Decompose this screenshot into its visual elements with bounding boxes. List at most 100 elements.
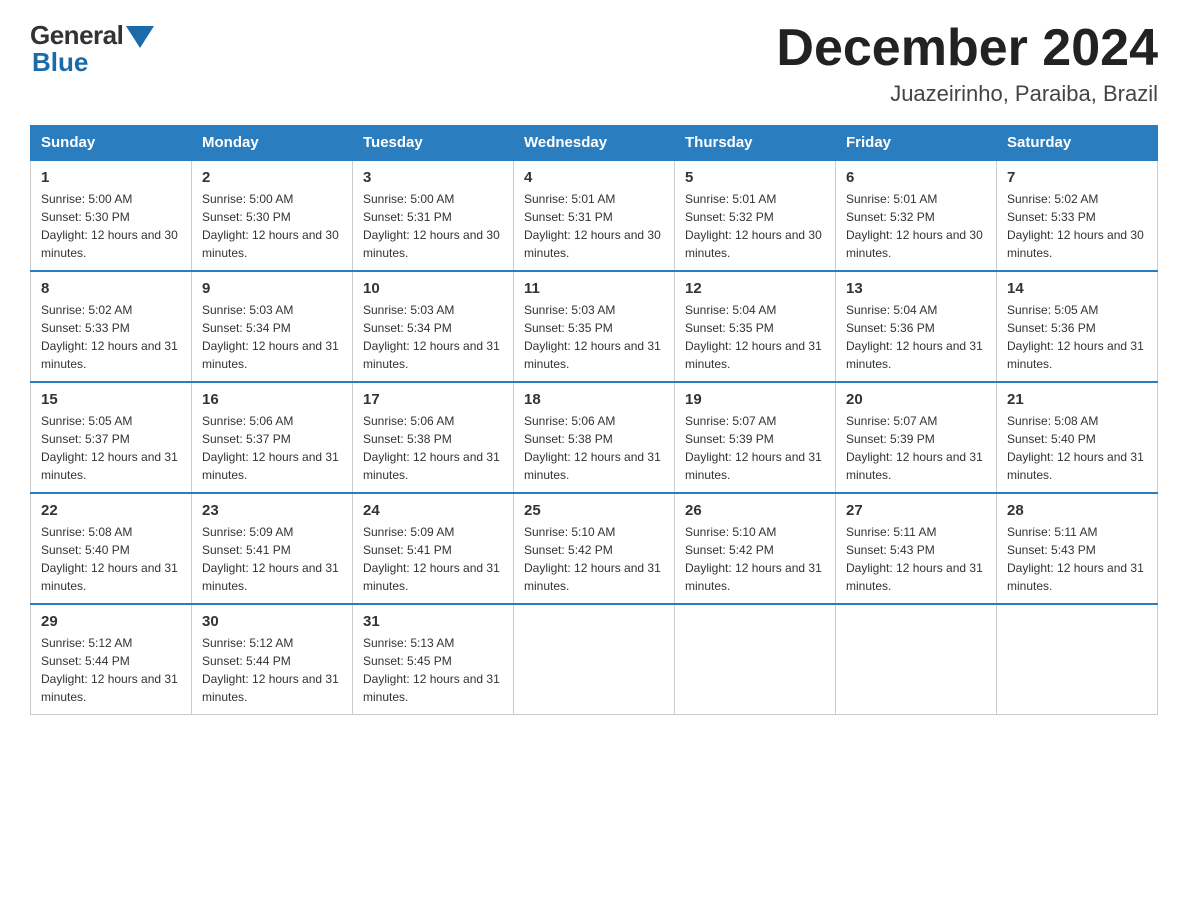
calendar-cell — [997, 604, 1158, 715]
day-info: Sunrise: 5:12 AMSunset: 5:44 PMDaylight:… — [202, 634, 342, 706]
col-saturday: Saturday — [997, 126, 1158, 161]
day-number: 29 — [41, 613, 181, 630]
day-info: Sunrise: 5:00 AMSunset: 5:31 PMDaylight:… — [363, 190, 503, 262]
day-number: 5 — [685, 169, 825, 186]
day-number: 23 — [202, 502, 342, 519]
calendar-cell: 16 Sunrise: 5:06 AMSunset: 5:37 PMDaylig… — [192, 382, 353, 493]
col-sunday: Sunday — [31, 126, 192, 161]
day-info: Sunrise: 5:03 AMSunset: 5:34 PMDaylight:… — [363, 301, 503, 373]
day-number: 4 — [524, 169, 664, 186]
col-tuesday: Tuesday — [353, 126, 514, 161]
title-block: December 2024 Juazeirinho, Paraiba, Braz… — [776, 20, 1158, 107]
day-info: Sunrise: 5:07 AMSunset: 5:39 PMDaylight:… — [846, 412, 986, 484]
day-info: Sunrise: 5:06 AMSunset: 5:38 PMDaylight:… — [363, 412, 503, 484]
calendar-cell: 30 Sunrise: 5:12 AMSunset: 5:44 PMDaylig… — [192, 604, 353, 715]
logo-blue-text: Blue — [32, 47, 88, 78]
calendar-cell: 28 Sunrise: 5:11 AMSunset: 5:43 PMDaylig… — [997, 493, 1158, 604]
day-number: 28 — [1007, 502, 1147, 519]
day-info: Sunrise: 5:06 AMSunset: 5:38 PMDaylight:… — [524, 412, 664, 484]
week-row-2: 8 Sunrise: 5:02 AMSunset: 5:33 PMDayligh… — [31, 271, 1158, 382]
day-number: 22 — [41, 502, 181, 519]
day-number: 6 — [846, 169, 986, 186]
day-number: 31 — [363, 613, 503, 630]
calendar-cell: 18 Sunrise: 5:06 AMSunset: 5:38 PMDaylig… — [514, 382, 675, 493]
calendar-cell: 8 Sunrise: 5:02 AMSunset: 5:33 PMDayligh… — [31, 271, 192, 382]
day-info: Sunrise: 5:02 AMSunset: 5:33 PMDaylight:… — [1007, 190, 1147, 262]
day-info: Sunrise: 5:05 AMSunset: 5:37 PMDaylight:… — [41, 412, 181, 484]
calendar-cell: 12 Sunrise: 5:04 AMSunset: 5:35 PMDaylig… — [675, 271, 836, 382]
calendar-cell: 6 Sunrise: 5:01 AMSunset: 5:32 PMDayligh… — [836, 160, 997, 271]
day-info: Sunrise: 5:04 AMSunset: 5:35 PMDaylight:… — [685, 301, 825, 373]
logo-triangle-icon — [126, 26, 154, 48]
calendar-cell: 19 Sunrise: 5:07 AMSunset: 5:39 PMDaylig… — [675, 382, 836, 493]
day-info: Sunrise: 5:01 AMSunset: 5:32 PMDaylight:… — [685, 190, 825, 262]
day-number: 24 — [363, 502, 503, 519]
day-info: Sunrise: 5:03 AMSunset: 5:34 PMDaylight:… — [202, 301, 342, 373]
calendar-cell: 20 Sunrise: 5:07 AMSunset: 5:39 PMDaylig… — [836, 382, 997, 493]
calendar-cell: 27 Sunrise: 5:11 AMSunset: 5:43 PMDaylig… — [836, 493, 997, 604]
calendar-cell: 21 Sunrise: 5:08 AMSunset: 5:40 PMDaylig… — [997, 382, 1158, 493]
col-monday: Monday — [192, 126, 353, 161]
day-number: 12 — [685, 280, 825, 297]
week-row-4: 22 Sunrise: 5:08 AMSunset: 5:40 PMDaylig… — [31, 493, 1158, 604]
day-number: 16 — [202, 391, 342, 408]
day-number: 17 — [363, 391, 503, 408]
calendar-cell: 14 Sunrise: 5:05 AMSunset: 5:36 PMDaylig… — [997, 271, 1158, 382]
day-number: 25 — [524, 502, 664, 519]
calendar-cell: 10 Sunrise: 5:03 AMSunset: 5:34 PMDaylig… — [353, 271, 514, 382]
day-info: Sunrise: 5:12 AMSunset: 5:44 PMDaylight:… — [41, 634, 181, 706]
day-number: 27 — [846, 502, 986, 519]
day-info: Sunrise: 5:01 AMSunset: 5:32 PMDaylight:… — [846, 190, 986, 262]
location-subtitle: Juazeirinho, Paraiba, Brazil — [776, 81, 1158, 107]
day-number: 9 — [202, 280, 342, 297]
day-number: 30 — [202, 613, 342, 630]
day-number: 20 — [846, 391, 986, 408]
day-number: 18 — [524, 391, 664, 408]
week-row-5: 29 Sunrise: 5:12 AMSunset: 5:44 PMDaylig… — [31, 604, 1158, 715]
day-info: Sunrise: 5:13 AMSunset: 5:45 PMDaylight:… — [363, 634, 503, 706]
col-wednesday: Wednesday — [514, 126, 675, 161]
day-info: Sunrise: 5:10 AMSunset: 5:42 PMDaylight:… — [685, 523, 825, 595]
calendar-cell: 23 Sunrise: 5:09 AMSunset: 5:41 PMDaylig… — [192, 493, 353, 604]
calendar-cell: 9 Sunrise: 5:03 AMSunset: 5:34 PMDayligh… — [192, 271, 353, 382]
day-number: 19 — [685, 391, 825, 408]
day-number: 14 — [1007, 280, 1147, 297]
calendar-cell: 31 Sunrise: 5:13 AMSunset: 5:45 PMDaylig… — [353, 604, 514, 715]
day-info: Sunrise: 5:01 AMSunset: 5:31 PMDaylight:… — [524, 190, 664, 262]
day-info: Sunrise: 5:02 AMSunset: 5:33 PMDaylight:… — [41, 301, 181, 373]
calendar-cell: 1 Sunrise: 5:00 AMSunset: 5:30 PMDayligh… — [31, 160, 192, 271]
month-title: December 2024 — [776, 20, 1158, 77]
day-number: 3 — [363, 169, 503, 186]
day-number: 7 — [1007, 169, 1147, 186]
day-number: 2 — [202, 169, 342, 186]
day-number: 10 — [363, 280, 503, 297]
logo: General Blue — [30, 20, 154, 78]
calendar-table: Sunday Monday Tuesday Wednesday Thursday… — [30, 125, 1158, 715]
page-header: General Blue December 2024 Juazeirinho, … — [30, 20, 1158, 107]
day-info: Sunrise: 5:04 AMSunset: 5:36 PMDaylight:… — [846, 301, 986, 373]
day-info: Sunrise: 5:06 AMSunset: 5:37 PMDaylight:… — [202, 412, 342, 484]
day-info: Sunrise: 5:08 AMSunset: 5:40 PMDaylight:… — [41, 523, 181, 595]
day-info: Sunrise: 5:10 AMSunset: 5:42 PMDaylight:… — [524, 523, 664, 595]
calendar-cell: 24 Sunrise: 5:09 AMSunset: 5:41 PMDaylig… — [353, 493, 514, 604]
day-number: 21 — [1007, 391, 1147, 408]
col-thursday: Thursday — [675, 126, 836, 161]
calendar-cell: 25 Sunrise: 5:10 AMSunset: 5:42 PMDaylig… — [514, 493, 675, 604]
day-info: Sunrise: 5:00 AMSunset: 5:30 PMDaylight:… — [41, 190, 181, 262]
calendar-cell: 11 Sunrise: 5:03 AMSunset: 5:35 PMDaylig… — [514, 271, 675, 382]
calendar-cell: 29 Sunrise: 5:12 AMSunset: 5:44 PMDaylig… — [31, 604, 192, 715]
week-row-3: 15 Sunrise: 5:05 AMSunset: 5:37 PMDaylig… — [31, 382, 1158, 493]
calendar-cell: 4 Sunrise: 5:01 AMSunset: 5:31 PMDayligh… — [514, 160, 675, 271]
day-info: Sunrise: 5:00 AMSunset: 5:30 PMDaylight:… — [202, 190, 342, 262]
header-row: Sunday Monday Tuesday Wednesday Thursday… — [31, 126, 1158, 161]
day-number: 8 — [41, 280, 181, 297]
day-info: Sunrise: 5:08 AMSunset: 5:40 PMDaylight:… — [1007, 412, 1147, 484]
day-info: Sunrise: 5:09 AMSunset: 5:41 PMDaylight:… — [202, 523, 342, 595]
calendar-cell: 2 Sunrise: 5:00 AMSunset: 5:30 PMDayligh… — [192, 160, 353, 271]
col-friday: Friday — [836, 126, 997, 161]
calendar-cell: 26 Sunrise: 5:10 AMSunset: 5:42 PMDaylig… — [675, 493, 836, 604]
calendar-cell: 3 Sunrise: 5:00 AMSunset: 5:31 PMDayligh… — [353, 160, 514, 271]
calendar-cell — [514, 604, 675, 715]
calendar-cell: 7 Sunrise: 5:02 AMSunset: 5:33 PMDayligh… — [997, 160, 1158, 271]
day-number: 13 — [846, 280, 986, 297]
